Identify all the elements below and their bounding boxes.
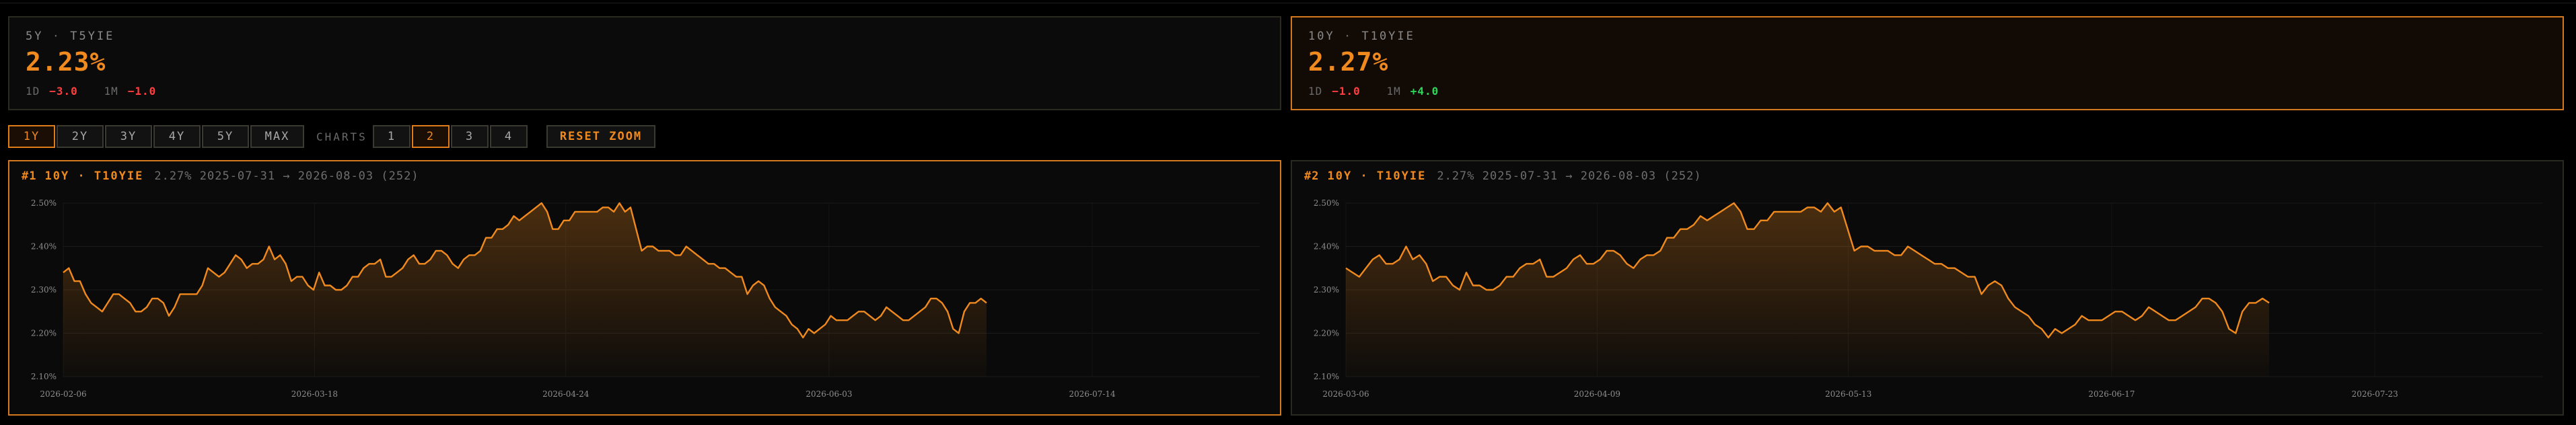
y-tick-label: 2.50% [31,198,57,208]
ticker-changes: 1D −1.0 1M +4.0 [1308,85,1439,98]
y-tick-label: 2.30% [31,285,57,295]
line-chart[interactable]: 2.50% 2.40% 2.30% 2.20% 2.10% 2026-02-06 2026-… [9,161,1280,414]
chart-panel-2[interactable]: #2 10Y · T10YIE 2.27% 2025-07-31 → 2026-08… [1291,160,2564,416]
ticker-card-5y[interactable]: 5Y · T5YIE 2.23% 1D −3.0 1M −1.0 [8,16,1281,110]
x-tick-label: 2026-05-13 [1825,389,1871,399]
x-tick-label: 2026-02-06 [40,389,86,399]
top-divider [0,0,2576,3]
y-tick-label: 2.20% [31,329,57,338]
y-tick-label: 2.30% [1314,285,1339,295]
chart-count-1-button[interactable]: 1 [373,125,410,148]
y-tick-label: 2.40% [31,242,57,252]
y-tick-label: 2.40% [1314,242,1339,252]
ticker-card-10y[interactable]: 10Y · T10YIE 2.27% 1D −1.0 1M +4.0 [1291,16,2564,110]
charts-label: CHARTS [316,130,367,143]
change-1m: −1.0 [127,85,157,98]
change-1d: −3.0 [49,85,78,98]
chart-count-2-button[interactable]: 2 [412,125,450,148]
x-tick-label: 2026-04-24 [542,389,589,399]
range-button-max[interactable]: MAX [250,125,304,148]
line-chart[interactable]: 2.50% 2.40% 2.30% 2.20% 2.10% 2026-03-06 2026-… [1292,161,2563,414]
chart-count-3-button[interactable]: 3 [451,125,489,148]
range-button-5y[interactable]: 5Y [202,125,249,148]
x-tick-label: 2026-06-17 [2088,389,2135,399]
y-tick-label: 2.10% [31,372,57,381]
range-button-3y[interactable]: 3Y [105,125,152,148]
range-button-1y[interactable]: 1Y [8,125,55,148]
x-tick-label: 2026-03-18 [291,389,338,399]
y-tick-label: 2.20% [1314,329,1339,338]
ticker-value: 2.23% [26,47,106,77]
ticker-changes: 1D −3.0 1M −1.0 [26,85,157,98]
y-tick-label: 2.10% [1314,372,1339,381]
ticker-label: 5Y · T5YIE [26,30,115,43]
change-1d: −1.0 [1332,85,1361,98]
x-tick-label: 2026-06-03 [806,389,852,399]
chart-panel-1[interactable]: #1 10Y · T10YIE 2.27% 2025-07-31 → 2026-08… [8,160,1281,416]
range-button-4y[interactable]: 4Y [153,125,201,148]
reset-zoom-button[interactable]: RESET ZOOM [546,125,655,148]
ticker-label: 10Y · T10YIE [1308,30,1415,43]
x-tick-label: 2026-04-09 [1574,389,1620,399]
range-button-2y[interactable]: 2Y [57,125,104,148]
chart-count-4-button[interactable]: 4 [490,125,528,148]
x-tick-label: 2026-07-14 [1069,389,1116,399]
x-tick-label: 2026-03-06 [1322,389,1369,399]
change-1m: +4.0 [1410,85,1439,98]
ticker-value: 2.27% [1308,47,1389,77]
x-tick-label: 2026-07-23 [2351,389,2398,399]
y-tick-label: 2.50% [1314,198,1339,208]
